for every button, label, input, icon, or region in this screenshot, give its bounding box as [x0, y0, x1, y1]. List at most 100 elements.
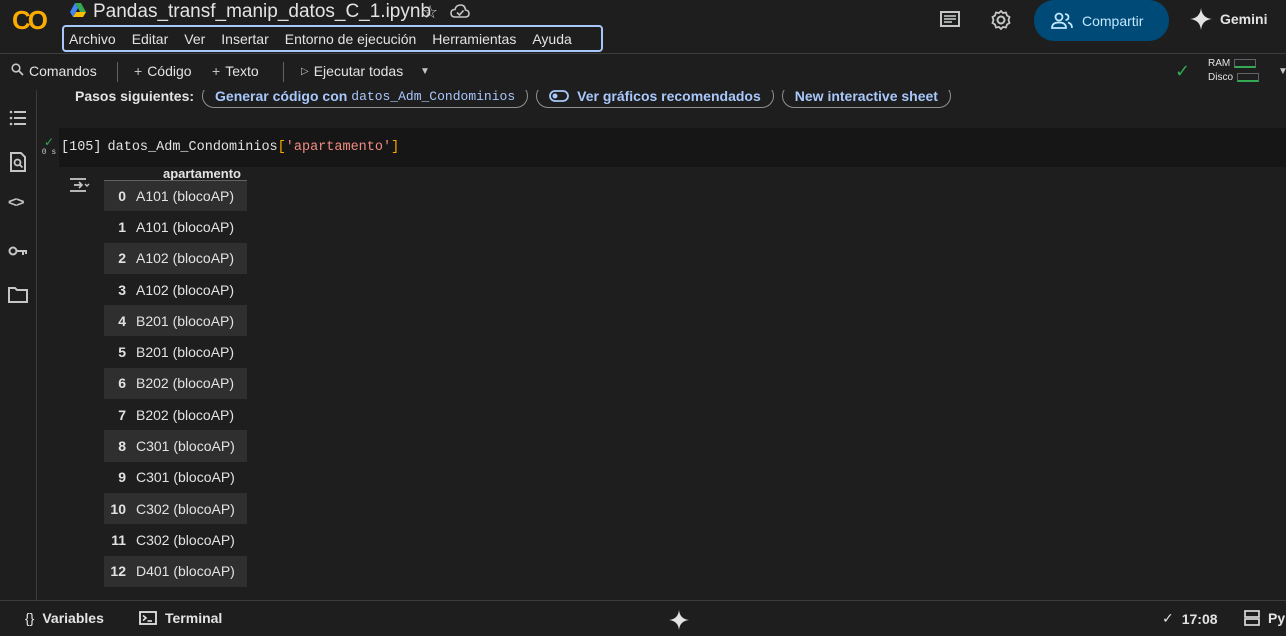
recommended-charts-label: Ver gráficos recomendados — [577, 90, 761, 104]
code-bracket-open: [ — [277, 140, 286, 155]
generate-code-label: Generar código con — [215, 90, 348, 104]
table-row: 6 B202 (blocoAP) — [104, 367, 247, 400]
header: CO Pandas_transf_manip_datos_C_1.ipynb ☆… — [0, 0, 1286, 53]
recommended-charts-chip[interactable]: Ver gráficos recomendados — [536, 90, 774, 108]
share-label: Compartir — [1082, 12, 1144, 29]
ram-meter — [1234, 58, 1257, 68]
table-row: 4 B201 (blocoAP) — [104, 305, 247, 337]
row-index: 9 — [104, 461, 132, 493]
row-index: 11 — [104, 524, 132, 556]
status-bar: {} Variables Terminal ✓ 17:08 Py — [0, 600, 1286, 636]
variables-label: Variables — [42, 610, 104, 626]
gemini-button[interactable]: Gemini — [1190, 8, 1267, 30]
row-index: 0 — [104, 180, 132, 212]
gear-icon[interactable] — [990, 9, 1012, 31]
toolbar-divider — [283, 62, 284, 82]
toolbar: Comandos + Código + Texto ▷ Ejecutar tod… — [0, 53, 1286, 90]
interactive-sheet-label: New interactive sheet — [794, 90, 938, 104]
row-index: 4 — [104, 305, 132, 337]
gemini-sparkle-icon — [1190, 8, 1212, 30]
cell-elapsed-time: 0 s — [41, 148, 57, 157]
execution-status[interactable]: ✓ 17:08 — [1162, 610, 1218, 627]
next-steps-label: Pasos siguientes: — [75, 90, 195, 104]
execution-count: [105] — [61, 140, 102, 155]
braces-icon: {} — [25, 610, 35, 626]
gemini-label: Gemini — [1220, 11, 1268, 27]
key-icon[interactable] — [8, 241, 28, 261]
row-index: 7 — [104, 399, 132, 431]
left-sidebar: <> — [0, 90, 37, 600]
menu-editar[interactable]: Editar — [132, 31, 169, 47]
comment-icon[interactable] — [939, 10, 961, 30]
resource-monitor[interactable]: RAM Disco — [1208, 57, 1260, 85]
menu-archivo[interactable]: Archivo — [69, 31, 116, 47]
table-row: 0 A101 (blocoAP) — [104, 180, 247, 212]
folder-icon[interactable] — [8, 285, 28, 305]
row-value: A101 (blocoAP) — [132, 211, 247, 243]
code-string: 'apartamento' — [285, 140, 392, 155]
menu-ayuda[interactable]: Ayuda — [532, 31, 571, 47]
run-all-label: Ejecutar todas — [313, 63, 404, 79]
row-value: C302 (blocoAP) — [132, 492, 247, 525]
runtime-status[interactable]: Py — [1244, 610, 1285, 626]
toolbar-divider — [117, 62, 118, 82]
table-row: 10 C302 (blocoAP) — [104, 492, 247, 525]
row-value: B201 (blocoAP) — [132, 305, 247, 337]
table-of-contents-icon[interactable] — [8, 108, 28, 128]
variables-button[interactable]: {} Variables — [25, 610, 104, 626]
row-value: C301 (blocoAP) — [132, 430, 247, 462]
execution-time: 17:08 — [1181, 610, 1218, 627]
table-row: 7 B202 (blocoAP) — [104, 399, 247, 431]
code-snippets-icon[interactable]: <> — [8, 194, 28, 214]
output-actions-icon[interactable] — [68, 176, 90, 196]
menu-insertar[interactable]: Insertar — [221, 31, 268, 47]
menu-herramientas[interactable]: Herramientas — [432, 31, 516, 47]
connected-check-icon: ✓ — [1175, 61, 1191, 81]
generate-code-var: datos_Adm_Condominios — [351, 90, 516, 104]
plus-icon: + — [134, 63, 143, 79]
cell-run-status[interactable]: ✓ 0 s — [40, 136, 58, 157]
row-value: B202 (blocoAP) — [132, 399, 247, 431]
run-all-dropdown-icon[interactable]: ▼ — [420, 66, 430, 77]
row-value: B202 (blocoAP) — [132, 367, 247, 400]
row-index: 12 — [104, 555, 132, 587]
row-value: A102 (blocoAP) — [132, 242, 247, 274]
code-cell-editor[interactable]: [105] datos_Adm_Condominios['apartamento… — [59, 128, 1286, 167]
runtime-dropdown-icon[interactable]: ▼ — [1278, 66, 1286, 77]
row-value: C301 (blocoAP) — [132, 461, 247, 493]
terminal-button[interactable]: Terminal — [139, 610, 222, 626]
add-text-button[interactable]: + Texto — [212, 63, 259, 79]
menu-entorno-ejecucion[interactable]: Entorno de ejecución — [285, 31, 417, 47]
index-header — [104, 166, 132, 181]
cloud-saved-icon[interactable] — [450, 3, 470, 19]
row-index: 2 — [104, 242, 132, 274]
add-code-button[interactable]: + Código — [134, 63, 192, 79]
share-button[interactable]: Compartir — [1034, 0, 1169, 41]
server-icon — [1244, 610, 1260, 626]
code-identifier: datos_Adm_Condominios — [107, 140, 278, 155]
find-replace-icon[interactable] — [8, 152, 28, 172]
generate-code-chip[interactable]: Generar código con datos_Adm_Condominios — [202, 90, 529, 108]
terminal-icon — [139, 611, 157, 625]
table-row: 8 C301 (blocoAP) — [104, 430, 247, 462]
colab-logo[interactable]: CO — [12, 6, 54, 34]
gemini-sparkle-icon[interactable] — [669, 610, 689, 630]
disk-meter — [1237, 72, 1260, 82]
dataframe-output-table: apartamento 0 A101 (blocoAP) 1 A101 (blocoA… — [104, 166, 247, 587]
table-row: 2 A102 (blocoAP) — [104, 242, 247, 274]
row-value: C302 (blocoAP) — [132, 524, 247, 556]
terminal-label: Terminal — [165, 610, 223, 626]
search-icon — [11, 63, 24, 79]
table-row: 12 D401 (blocoAP) — [104, 555, 247, 587]
commands-label: Comandos — [29, 63, 97, 79]
ram-label: RAM — [1208, 58, 1231, 69]
run-all-button[interactable]: ▷ Ejecutar todas — [301, 63, 403, 79]
table-row: 1 A101 (blocoAP) — [104, 211, 247, 243]
next-steps-bar: Pasos siguientes: Generar código con dat… — [38, 90, 959, 108]
commands-button[interactable]: Comandos — [11, 63, 97, 79]
notebook-title[interactable]: Pandas_transf_manip_datos_C_1.ipynb — [93, 1, 431, 23]
star-icon[interactable]: ☆ — [422, 2, 438, 23]
menu-ver[interactable]: Ver — [184, 31, 205, 47]
google-drive-icon[interactable] — [70, 3, 86, 17]
interactive-sheet-chip[interactable]: New interactive sheet — [781, 90, 951, 108]
